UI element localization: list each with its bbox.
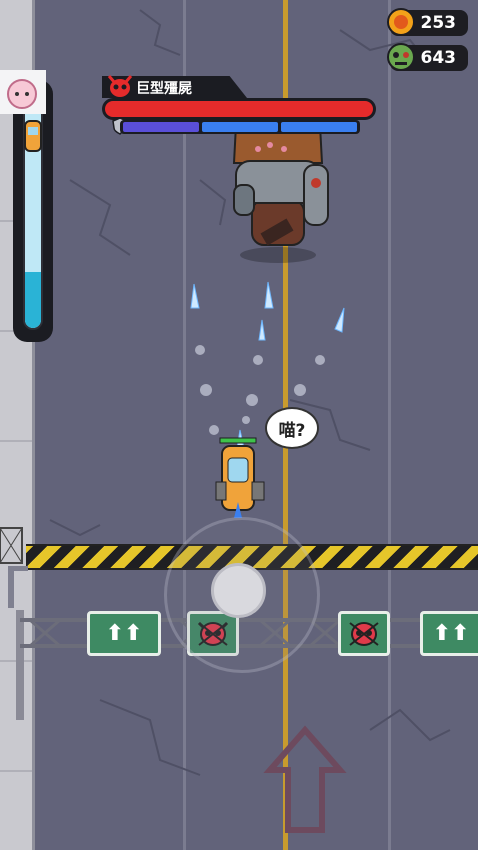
speech-bubble: 喵? — [265, 407, 319, 449]
zombie-head-icon — [387, 43, 415, 71]
coin-icon — [387, 8, 415, 36]
level-progress-fill — [25, 272, 41, 328]
lane-sign-arrows-left: ⬆⬆ — [87, 611, 161, 656]
demon-skull-icon — [107, 75, 133, 97]
boss-zombie — [232, 115, 329, 263]
coin-counter: 253 — [387, 8, 468, 36]
shield-segment — [123, 122, 199, 132]
character-portrait-icon — [0, 70, 46, 114]
player-car — [215, 437, 265, 518]
up-arrows-icon: ⬆⬆ — [432, 621, 470, 646]
coin-count: 253 — [420, 13, 457, 33]
joystick-knob[interactable] — [211, 563, 266, 618]
kill-counter: 643 — [387, 43, 468, 71]
car-icon — [24, 120, 42, 152]
boss-hp-bar — [102, 98, 376, 120]
boss-shield-bar — [120, 120, 360, 134]
up-arrows-icon: ⬆⬆ — [105, 621, 143, 646]
lane-sign-skull-right — [338, 611, 390, 656]
boss-health-panel: 巨型殭屍 — [102, 75, 378, 136]
shield-segment — [202, 122, 278, 132]
boss-hp-fill — [105, 101, 373, 117]
shield-segment — [281, 122, 357, 132]
speech-bubble-text: 喵? — [278, 420, 306, 441]
ice-projectiles — [190, 281, 345, 449]
kill-count: 643 — [420, 48, 457, 68]
lane-sign-arrows-right: ⬆⬆ — [420, 611, 478, 656]
boss-name: 巨型殭屍 — [136, 81, 192, 97]
red-skull-sign-icon — [349, 621, 379, 646]
